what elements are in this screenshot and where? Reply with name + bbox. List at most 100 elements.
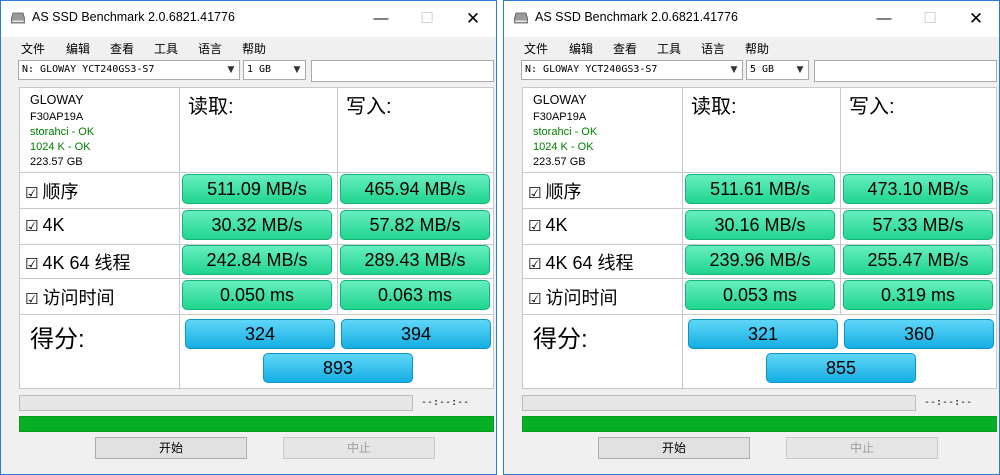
chevron-down-icon[interactable]: ▼ (289, 61, 305, 79)
title-bar[interactable]: AS SSD Benchmark 2.0.6821.41776 — ☐ ✕ (1, 1, 496, 37)
results-panel: GLOWAY F30AP19A storahci - OK 1024 K - O… (522, 87, 997, 390)
maximize-icon[interactable]: ☐ (404, 7, 450, 31)
menu-bar: 文件 编辑 查看 工具 语言 帮助 (504, 37, 999, 57)
menu-view[interactable]: 查看 (613, 40, 637, 57)
filter-input[interactable] (311, 60, 494, 82)
4k-read-result: 30.16 MB/s (685, 210, 835, 240)
seq-read-result: 511.09 MB/s (182, 174, 332, 204)
benchmark-window-5gb: AS SSD Benchmark 2.0.6821.41776 — ☐ ✕ 文件… (503, 0, 1000, 475)
chevron-down-icon[interactable]: ▼ (792, 61, 808, 79)
size-select-value: 5 GB (750, 64, 775, 75)
driver-status: storahci - OK (30, 126, 95, 138)
checkbox-icon[interactable]: ☑ (25, 185, 38, 202)
4k64-write-result: 289.43 MB/s (340, 245, 490, 275)
menu-file[interactable]: 文件 (21, 40, 45, 57)
total-progress-bar (522, 416, 997, 432)
menu-edit[interactable]: 编辑 (569, 40, 593, 57)
menu-view[interactable]: 查看 (110, 40, 134, 57)
seq-write-result: 465.94 MB/s (340, 174, 490, 204)
chevron-down-icon[interactable]: ▼ (223, 61, 239, 79)
drive-capacity: 223.57 GB (533, 156, 586, 168)
size-select[interactable]: 1 GB ▼ (243, 60, 306, 80)
menu-bar: 文件 编辑 查看 工具 语言 帮助 (1, 37, 496, 57)
menu-language[interactable]: 语言 (701, 40, 725, 57)
chevron-down-icon[interactable]: ▼ (726, 61, 742, 79)
maximize-icon[interactable]: ☐ (907, 7, 953, 31)
drive-select-value: N: GLOWAY YCT240GS3-S7 (525, 64, 658, 75)
window-title: AS SSD Benchmark 2.0.6821.41776 (32, 10, 235, 24)
test-progress-bar (522, 395, 916, 411)
row-label-4k64[interactable]: ☑ 4K 64 线程 (25, 249, 131, 275)
write-header: 写入: (346, 96, 392, 118)
drive-firmware: F30AP19A (533, 111, 587, 123)
stop-button[interactable]: 中止 (786, 437, 938, 459)
drive-select[interactable]: N: GLOWAY YCT240GS3-S7 ▼ (18, 60, 240, 80)
row-label-seq[interactable]: ☑ 顺序 (25, 178, 78, 204)
drive-icon (11, 12, 25, 24)
4k-read-result: 30.32 MB/s (182, 210, 332, 240)
checkbox-icon[interactable]: ☑ (528, 256, 541, 273)
drive-icon (514, 12, 528, 24)
alignment-status: 1024 K - OK (533, 141, 594, 153)
read-score: 321 (688, 319, 838, 349)
drive-model: GLOWAY (30, 93, 84, 107)
menu-help[interactable]: 帮助 (745, 40, 769, 57)
minimize-icon[interactable]: — (861, 7, 907, 31)
drive-capacity: 223.57 GB (30, 156, 83, 168)
title-bar[interactable]: AS SSD Benchmark 2.0.6821.41776 — ☐ ✕ (504, 1, 999, 37)
size-select-value: 1 GB (247, 64, 272, 75)
write-header: 写入: (849, 96, 895, 118)
4k-write-result: 57.82 MB/s (340, 210, 490, 240)
close-icon[interactable]: ✕ (953, 7, 999, 31)
row-label-4k[interactable]: ☑ 4K (25, 215, 64, 236)
driver-status: storahci - OK (533, 126, 598, 138)
row-label-access[interactable]: ☑ 访问时间 (528, 284, 617, 310)
row-label-access[interactable]: ☑ 访问时间 (25, 284, 114, 310)
score-label: 得分: (30, 326, 85, 353)
total-score: 893 (263, 353, 413, 383)
stop-button[interactable]: 中止 (283, 437, 435, 459)
checkbox-icon[interactable]: ☑ (25, 218, 38, 235)
seq-write-result: 473.10 MB/s (843, 174, 993, 204)
write-score: 394 (341, 319, 491, 349)
test-progress-bar (19, 395, 413, 411)
4k64-read-result: 242.84 MB/s (182, 245, 332, 275)
read-header: 读取: (188, 96, 234, 118)
seq-read-result: 511.61 MB/s (685, 174, 835, 204)
menu-tools[interactable]: 工具 (154, 40, 178, 57)
minimize-icon[interactable]: — (358, 7, 404, 31)
window-title: AS SSD Benchmark 2.0.6821.41776 (535, 10, 738, 24)
access-write-result: 0.063 ms (340, 280, 490, 310)
checkbox-icon[interactable]: ☑ (528, 218, 541, 235)
checkbox-icon[interactable]: ☑ (25, 256, 38, 273)
menu-tools[interactable]: 工具 (657, 40, 681, 57)
menu-file[interactable]: 文件 (524, 40, 548, 57)
benchmark-window-1gb: AS SSD Benchmark 2.0.6821.41776 — ☐ ✕ 文件… (0, 0, 497, 475)
write-score: 360 (844, 319, 994, 349)
checkbox-icon[interactable]: ☑ (528, 185, 541, 202)
menu-help[interactable]: 帮助 (242, 40, 266, 57)
menu-language[interactable]: 语言 (198, 40, 222, 57)
read-score: 324 (185, 319, 335, 349)
start-button[interactable]: 开始 (598, 437, 750, 459)
filter-input[interactable] (814, 60, 997, 82)
checkbox-icon[interactable]: ☑ (25, 291, 38, 308)
4k64-read-result: 239.96 MB/s (685, 245, 835, 275)
4k64-write-result: 255.47 MB/s (843, 245, 993, 275)
start-button[interactable]: 开始 (95, 437, 247, 459)
drive-select-value: N: GLOWAY YCT240GS3-S7 (22, 64, 155, 75)
drive-firmware: F30AP19A (30, 111, 84, 123)
close-icon[interactable]: ✕ (450, 7, 496, 31)
score-label: 得分: (533, 326, 588, 353)
total-progress-bar (19, 416, 494, 432)
drive-select[interactable]: N: GLOWAY YCT240GS3-S7 ▼ (521, 60, 743, 80)
elapsed-time: --:--:-- (421, 397, 470, 408)
menu-edit[interactable]: 编辑 (66, 40, 90, 57)
checkbox-icon[interactable]: ☑ (528, 291, 541, 308)
row-label-seq[interactable]: ☑ 顺序 (528, 178, 581, 204)
row-label-4k64[interactable]: ☑ 4K 64 线程 (528, 249, 634, 275)
size-select[interactable]: 5 GB ▼ (746, 60, 809, 80)
row-label-4k[interactable]: ☑ 4K (528, 215, 567, 236)
total-score: 855 (766, 353, 916, 383)
drive-model: GLOWAY (533, 93, 587, 107)
